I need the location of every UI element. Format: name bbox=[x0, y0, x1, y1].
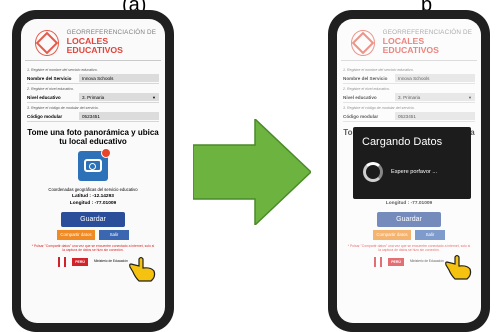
step-1-text: 1. Registre el nombre del servicio educa… bbox=[27, 68, 98, 72]
app-logo-icon bbox=[35, 29, 59, 56]
camera-icon bbox=[84, 159, 102, 173]
loading-dialog-title: Cargando Datos bbox=[362, 136, 443, 148]
step-1-text: 1. Registre el nombre del servicio educa… bbox=[343, 68, 414, 72]
app-header: GEORREFERENCIACIÓN DE LOCALES EDUCATIVOS bbox=[25, 19, 161, 61]
level-select[interactable]: 3. Primaria ▼ bbox=[79, 93, 159, 101]
longitude-row: Longitud : -77.01009 bbox=[69, 200, 117, 206]
camera-badge-icon bbox=[101, 147, 111, 158]
phone-right: GEORREFERENCIACIÓN DE LOCALES EDUCATIVOS… bbox=[328, 10, 490, 332]
loading-spinner-icon bbox=[363, 162, 383, 182]
dropdown-caret-icon: ▼ bbox=[468, 94, 472, 100]
loading-dialog: Cargando Datos Espere porfavor ... bbox=[353, 127, 471, 199]
share-data-button[interactable]: Compartir datos bbox=[373, 229, 411, 240]
service-input[interactable]: Innova Schools bbox=[79, 74, 159, 82]
step-3-text: 3. Registre el código de modular del ser… bbox=[27, 106, 99, 110]
code-label: Código modular bbox=[343, 113, 379, 119]
app-header: GEORREFERENCIACIÓN DE LOCALES EDUCATIVOS bbox=[341, 19, 477, 61]
step-3-text: 3. Registre el código de modular del ser… bbox=[343, 106, 415, 110]
camera-button[interactable] bbox=[78, 147, 111, 181]
step-2-text: 2. Registre el nivel educativo. bbox=[343, 87, 390, 91]
coordinates-title: Coordenadas geográficas del servicio edu… bbox=[48, 186, 138, 192]
service-label: Nombre del Servicio bbox=[27, 75, 72, 81]
level-label: Nivel educativo bbox=[343, 94, 377, 100]
longitude-row: Longitud : -77.01009 bbox=[385, 200, 433, 206]
level-label: Nivel educativo bbox=[27, 94, 61, 100]
code-input[interactable]: 0523451 bbox=[395, 112, 475, 120]
service-input[interactable]: Innova Schools bbox=[395, 74, 475, 82]
exit-button[interactable]: Salir bbox=[415, 229, 445, 240]
dropdown-caret-icon: ▼ bbox=[152, 94, 156, 100]
share-note: * Pulsar "Compartir datos" una vez que s… bbox=[347, 243, 471, 252]
share-note: * Pulsar "Compartir datos" una vez que s… bbox=[31, 243, 155, 252]
peru-flag-icon bbox=[374, 256, 383, 267]
peru-badge: PERÚ bbox=[72, 257, 88, 266]
step-2-text: 2. Registre el nivel educativo. bbox=[27, 87, 74, 91]
photo-instruction: Tome una foto panorámica y ubica tu loca… bbox=[27, 128, 159, 146]
pointing-hand-icon bbox=[129, 256, 156, 282]
phone-left: GEORREFERENCIACIÓN DE LOCALES EDUCATIVOS… bbox=[12, 10, 174, 332]
app-title-line2: LOCALES EDUCATIVOS bbox=[66, 35, 123, 55]
arrow-right-icon bbox=[193, 119, 311, 225]
exit-button[interactable]: Salir bbox=[99, 229, 129, 240]
app-logo-icon bbox=[351, 29, 375, 56]
save-button[interactable]: Guardar bbox=[377, 211, 441, 227]
level-select[interactable]: 3. Primaria ▼ bbox=[395, 93, 475, 101]
ministry-label: Ministerio de Educación bbox=[93, 259, 128, 264]
app-title-line2: LOCALES EDUCATIVOS bbox=[382, 35, 439, 55]
latitude-row: Latitud : -12.14293 bbox=[72, 193, 114, 199]
save-button[interactable]: Guardar bbox=[61, 211, 125, 227]
share-data-button[interactable]: Compartir datos bbox=[57, 229, 95, 240]
peru-flag-icon bbox=[58, 256, 67, 267]
code-input[interactable]: 0523451 bbox=[79, 112, 159, 120]
code-label: Código modular bbox=[27, 113, 63, 119]
loading-dialog-message: Espere porfavor ... bbox=[391, 169, 438, 175]
service-label: Nombre del Servicio bbox=[343, 75, 388, 81]
peru-badge: PERÚ bbox=[388, 257, 404, 266]
ministry-label: Ministerio de Educación bbox=[409, 259, 444, 264]
pointing-hand-icon bbox=[445, 254, 472, 280]
